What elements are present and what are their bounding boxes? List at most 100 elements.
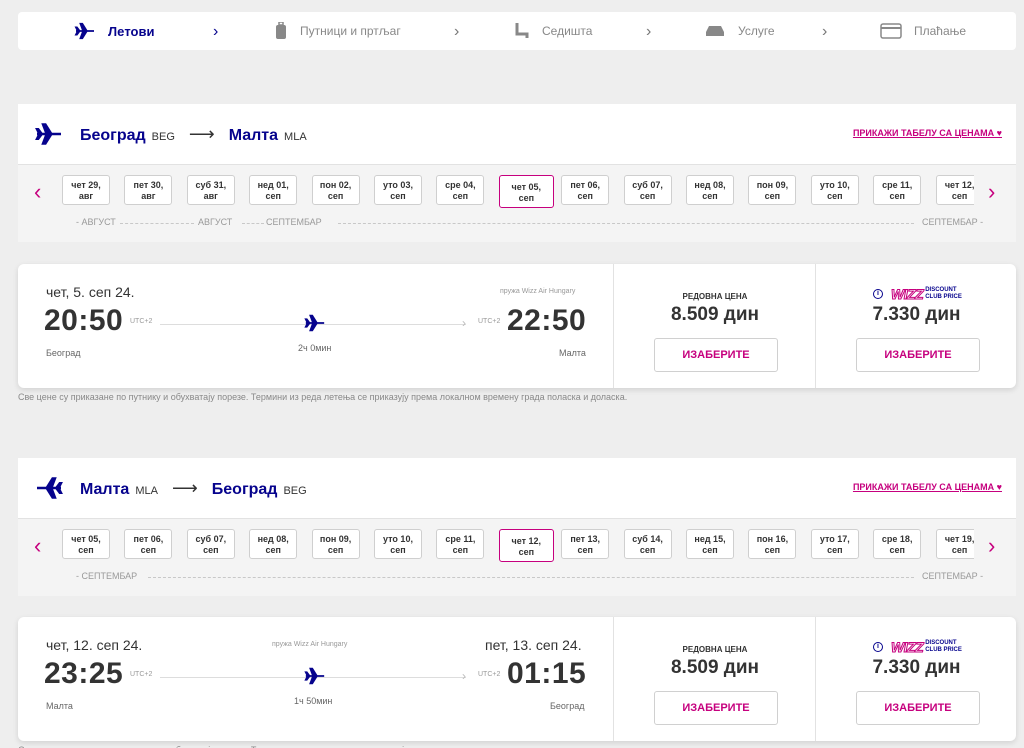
date-cell[interactable]: сре 11, сеп bbox=[436, 529, 485, 559]
step-seats[interactable]: Седишта bbox=[514, 12, 592, 50]
date-cell[interactable]: суб 14, сеп bbox=[623, 529, 672, 559]
chevron-left-icon[interactable]: ‹ bbox=[34, 179, 41, 205]
date-cell[interactable]: пон 09, сеп bbox=[748, 175, 797, 205]
date-day: суб 31, bbox=[195, 180, 227, 190]
date-cell[interactable]: нед 15, сеп bbox=[686, 529, 734, 559]
arrival-city: Малта bbox=[559, 348, 586, 358]
club-text: CLUB PRICE bbox=[925, 647, 962, 653]
date-day: чет 05, bbox=[511, 182, 542, 192]
date-cell[interactable]: нед 08, сеп bbox=[249, 529, 298, 559]
wizz-logo: WIZZ bbox=[890, 286, 924, 303]
operated-by: пружа Wizz Air Hungary bbox=[272, 641, 348, 648]
date-month: сеп bbox=[951, 545, 968, 555]
date-day: нед 08, bbox=[694, 180, 726, 190]
date-day: пет 13, bbox=[570, 534, 601, 544]
from-code: BEG bbox=[151, 131, 175, 143]
month-label: СЕПТЕМБАР bbox=[266, 217, 322, 227]
step-label: Лeтови bbox=[108, 23, 155, 39]
date-cell[interactable]: суб 07, сеп bbox=[186, 529, 235, 559]
select-regular-button[interactable]: ИЗАБЕРИТЕ bbox=[654, 691, 778, 725]
date-cell[interactable]: чет 12, сеп bbox=[498, 529, 554, 562]
date-month: сеп bbox=[764, 545, 781, 555]
inbound-fare-card[interactable]: чет, 12. сеп 24. пружа Wizz Air Hungary … bbox=[18, 617, 1016, 741]
date-cell[interactable]: уто 10, сеп bbox=[810, 175, 859, 205]
date-month: сеп bbox=[78, 545, 94, 555]
date-cell[interactable]: пет 06, сеп bbox=[561, 175, 610, 205]
booking-steps: Лeтови › Путници и пртљаг › Седишта › Ус… bbox=[18, 12, 1016, 50]
step-label: Плаћање bbox=[914, 24, 967, 38]
date-cell[interactable]: нед 08, сеп bbox=[686, 175, 734, 205]
date-day: нед 08, bbox=[257, 534, 289, 544]
date-day: суб 07, bbox=[632, 180, 663, 190]
info-icon[interactable]: i bbox=[873, 289, 883, 299]
flight-date: чет, 5. сеп 24. bbox=[46, 284, 135, 300]
date-cell[interactable]: пет 13, сеп bbox=[561, 529, 610, 559]
plane-icon bbox=[304, 314, 325, 332]
date-month: авг bbox=[141, 191, 156, 201]
date-cell[interactable]: чет 19, сеп bbox=[935, 529, 974, 559]
route: Малта MLA ⟶ Београд BEG bbox=[80, 478, 321, 499]
to-code: MLA bbox=[284, 131, 307, 143]
date-month: авг bbox=[203, 191, 218, 201]
step-flights[interactable]: Лeтови bbox=[74, 12, 154, 50]
date-cell[interactable]: пон 09, сеп bbox=[311, 529, 360, 559]
date-cell[interactable]: пет 06, сеп bbox=[124, 529, 173, 559]
date-day: чет 12, bbox=[511, 536, 542, 546]
outbound-fare-card[interactable]: чет, 5. сеп 24. пружа Wizz Air Hungary 2… bbox=[18, 264, 1016, 388]
club-text: DISCOUNT bbox=[925, 640, 957, 646]
date-cell[interactable]: сре 11, сеп bbox=[873, 175, 922, 205]
date-day: суб 07, bbox=[195, 534, 227, 544]
departure-utc: UTC+2 bbox=[130, 671, 153, 678]
date-cell[interactable]: уто 17, сеп bbox=[810, 529, 859, 559]
arrival-utc: UTC+2 bbox=[478, 318, 501, 325]
date-cell[interactable]: сре 18, сеп bbox=[873, 529, 922, 559]
date-cell[interactable]: уто 03, сеп bbox=[374, 175, 422, 205]
info-icon[interactable]: i bbox=[873, 642, 883, 652]
chevron-left-icon[interactable]: ‹ bbox=[34, 533, 41, 559]
step-label: Седишта bbox=[542, 24, 593, 38]
date-cell[interactable]: сре 04, сеп bbox=[436, 175, 485, 205]
chevron-right-icon[interactable]: › bbox=[988, 179, 995, 205]
select-club-button[interactable]: ИЗАБЕРИТЕ bbox=[856, 338, 980, 372]
chevron-right-icon: › bbox=[462, 316, 466, 330]
departure-time: 20:50 bbox=[44, 304, 124, 337]
date-cell[interactable]: пон 16, сеп bbox=[748, 529, 797, 559]
chevron-right-icon: › bbox=[213, 23, 219, 40]
date-cell[interactable]: уто 10, сеп bbox=[374, 529, 422, 559]
date-day: пон 09, bbox=[319, 534, 352, 544]
select-club-button[interactable]: ИЗАБЕРИТЕ bbox=[856, 691, 980, 725]
date-cell[interactable]: чет 05, сеп bbox=[62, 529, 110, 559]
from-code: MLA bbox=[135, 485, 158, 497]
date-month: сеп bbox=[140, 545, 157, 555]
date-month: сеп bbox=[265, 191, 281, 201]
step-payment[interactable]: Плаћање bbox=[880, 12, 966, 50]
date-month: сеп bbox=[327, 545, 344, 555]
price-table-link[interactable]: ПРИКАЖИ ТАБЕЛУ СА ЦЕНАМА ♥ bbox=[853, 128, 1002, 138]
date-cell[interactable]: чет 05, сеп bbox=[498, 175, 554, 208]
date-day: чет 05, bbox=[71, 534, 101, 544]
luggage-icon bbox=[276, 22, 286, 39]
date-month: сеп bbox=[577, 191, 593, 201]
select-regular-button[interactable]: ИЗАБЕРИТЕ bbox=[654, 338, 778, 372]
date-cell[interactable]: суб 07, сеп bbox=[623, 175, 672, 205]
chevron-right-icon[interactable]: › bbox=[988, 533, 995, 559]
date-cell[interactable]: пет 30, авг bbox=[124, 175, 173, 205]
step-passengers[interactable]: Путници и пртљаг bbox=[274, 12, 401, 50]
step-services[interactable]: Услуге bbox=[704, 12, 775, 50]
date-month: авг bbox=[78, 191, 94, 201]
chevron-right-icon: › bbox=[462, 669, 466, 683]
date-month: сеп bbox=[327, 191, 344, 201]
date-cell[interactable]: чет 29, авг bbox=[62, 175, 110, 205]
date-month: сеп bbox=[639, 545, 656, 555]
date-month: сеп bbox=[265, 545, 281, 555]
date-day: пон 16, bbox=[756, 534, 789, 544]
club-text: CLUB PRICE bbox=[925, 294, 962, 300]
date-cell[interactable]: чет 12, сеп bbox=[935, 175, 974, 205]
date-cell[interactable]: пон 02, сеп bbox=[311, 175, 360, 205]
date-day: пет 30, bbox=[133, 180, 164, 190]
date-cell[interactable]: суб 31, авг bbox=[186, 175, 235, 205]
date-month: сеп bbox=[702, 545, 718, 555]
price-table-link[interactable]: ПРИКАЖИ ТАБЕЛУ СА ЦЕНАМА ♥ bbox=[853, 482, 1002, 492]
date-cell[interactable]: нед 01, сеп bbox=[249, 175, 298, 205]
departure-city: Београд bbox=[46, 348, 81, 358]
